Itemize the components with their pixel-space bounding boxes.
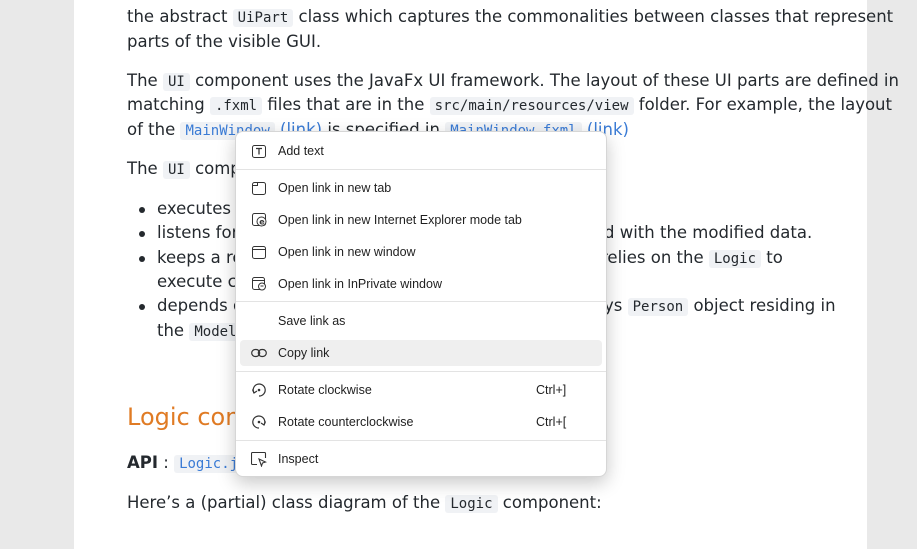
api-line: API : Logic.ja xyxy=(127,451,252,477)
bullet-dot xyxy=(139,207,145,213)
text: execute co xyxy=(157,272,247,291)
menu-item-rotate-counterclockwise[interactable]: Rotate counterclockwise Ctrl+[ xyxy=(240,409,602,435)
inline-code: Logic xyxy=(445,495,498,513)
new-tab-icon xyxy=(251,180,267,196)
bullet-dot xyxy=(139,304,145,310)
menu-item-open-inprivate[interactable]: Open link in InPrivate window xyxy=(240,271,602,297)
menu-separator xyxy=(236,301,606,302)
menu-separator xyxy=(236,440,606,441)
menu-item-open-ie-mode-tab[interactable]: e Open link in new Internet Explorer mod… xyxy=(240,207,602,233)
text: to xyxy=(766,248,783,267)
api-label: API xyxy=(127,453,159,472)
text: parts of the visible GUI. xyxy=(127,32,322,51)
text: The xyxy=(127,71,158,90)
text: the abstract xyxy=(127,7,228,26)
inline-code: Model xyxy=(189,323,242,341)
rotate-clockwise-icon xyxy=(251,382,267,398)
inprivate-icon xyxy=(251,276,267,292)
text: Here’s a (partial) class diagram of the xyxy=(127,493,441,512)
shortcut-text: Ctrl+[ xyxy=(536,415,567,429)
paragraph-line: The UI component uses the JavaFx UI fram… xyxy=(127,69,899,95)
menu-item-label: Add text xyxy=(278,144,324,158)
text: of the xyxy=(127,120,176,139)
paragraph-line: matching .fxml files that are in the src… xyxy=(127,93,892,119)
paragraph-line: the abstract UiPart class which captures… xyxy=(127,5,893,31)
inspect-icon xyxy=(251,451,267,467)
menu-item-open-new-window[interactable]: Open link in new window xyxy=(240,239,602,265)
text: component: xyxy=(502,493,602,512)
ie-icon: e xyxy=(251,212,267,228)
list-item: depends o xyxy=(157,294,243,319)
menu-item-save-link-as[interactable]: Save link as xyxy=(240,308,602,334)
list-item-line: execute co xyxy=(157,270,247,295)
bullet-dot xyxy=(139,256,145,262)
text: files that are in the xyxy=(267,95,425,114)
shortcut-text: Ctrl+] xyxy=(536,383,567,397)
list-item-continued: d with the modified data. xyxy=(604,221,812,246)
rotate-counterclockwise-icon xyxy=(251,414,267,430)
menu-item-label: Open link in new window xyxy=(278,245,416,259)
menu-item-label: Save link as xyxy=(278,314,346,328)
text: relies on the xyxy=(601,248,704,267)
bullet-dot xyxy=(139,231,145,237)
list-item-continued: ys Person object residing in xyxy=(604,294,836,320)
menu-item-open-new-tab[interactable]: Open link in new tab xyxy=(240,175,602,201)
menu-separator xyxy=(236,169,606,170)
text-box-icon xyxy=(251,143,267,159)
list-item-continued: relies on the Logic to xyxy=(601,246,783,272)
paragraph-line: Here’s a (partial) class diagram of the … xyxy=(127,491,602,517)
menu-item-label: Inspect xyxy=(278,452,319,466)
inline-code: UI xyxy=(162,73,190,91)
menu-item-inspect[interactable]: Inspect xyxy=(240,446,602,472)
text: component uses the JavaFx UI framework. … xyxy=(195,71,899,90)
text: d with the modified data. xyxy=(604,223,813,242)
svg-text:e: e xyxy=(259,218,265,227)
inline-code: UiPart xyxy=(232,9,294,27)
menu-item-copy-link[interactable]: Copy link xyxy=(240,340,602,366)
list-item-line: the Model xyxy=(157,319,242,345)
menu-item-label: Open link in InPrivate window xyxy=(278,277,442,291)
paragraph-line: The UI compo xyxy=(127,157,251,183)
text: the xyxy=(157,321,185,340)
text: The xyxy=(127,159,158,178)
text: matching xyxy=(127,95,205,114)
text: object residing in xyxy=(693,296,836,315)
menu-item-label: Open link in new tab xyxy=(278,181,392,195)
inline-code: UI xyxy=(162,161,190,179)
text: class which captures the commonalities b… xyxy=(298,7,894,26)
menu-item-label: Rotate counterclockwise xyxy=(278,415,414,429)
inline-code: src/main/resources/view xyxy=(429,97,634,115)
menu-item-label: Copy link xyxy=(278,346,330,360)
menu-separator xyxy=(236,371,606,372)
menu-item-rotate-clockwise[interactable]: Rotate clockwise Ctrl+] xyxy=(240,377,602,403)
inline-code: .fxml xyxy=(209,97,263,115)
context-menu: Add text Open link in new tab e Open lin… xyxy=(235,131,607,477)
paragraph-line: parts of the visible GUI. xyxy=(127,30,321,55)
inline-code: Logic xyxy=(708,250,762,268)
menu-item-label: Rotate clockwise xyxy=(278,383,372,397)
inline-code: Person xyxy=(627,298,689,316)
menu-item-add-text[interactable]: Add text xyxy=(240,138,602,164)
menu-item-label: Open link in new Internet Explorer mode … xyxy=(278,213,522,227)
text: : xyxy=(163,453,169,472)
text: folder. For example, the layout xyxy=(638,95,892,114)
link-icon xyxy=(251,345,267,361)
new-window-icon xyxy=(251,244,267,260)
text: depends o xyxy=(157,296,244,315)
